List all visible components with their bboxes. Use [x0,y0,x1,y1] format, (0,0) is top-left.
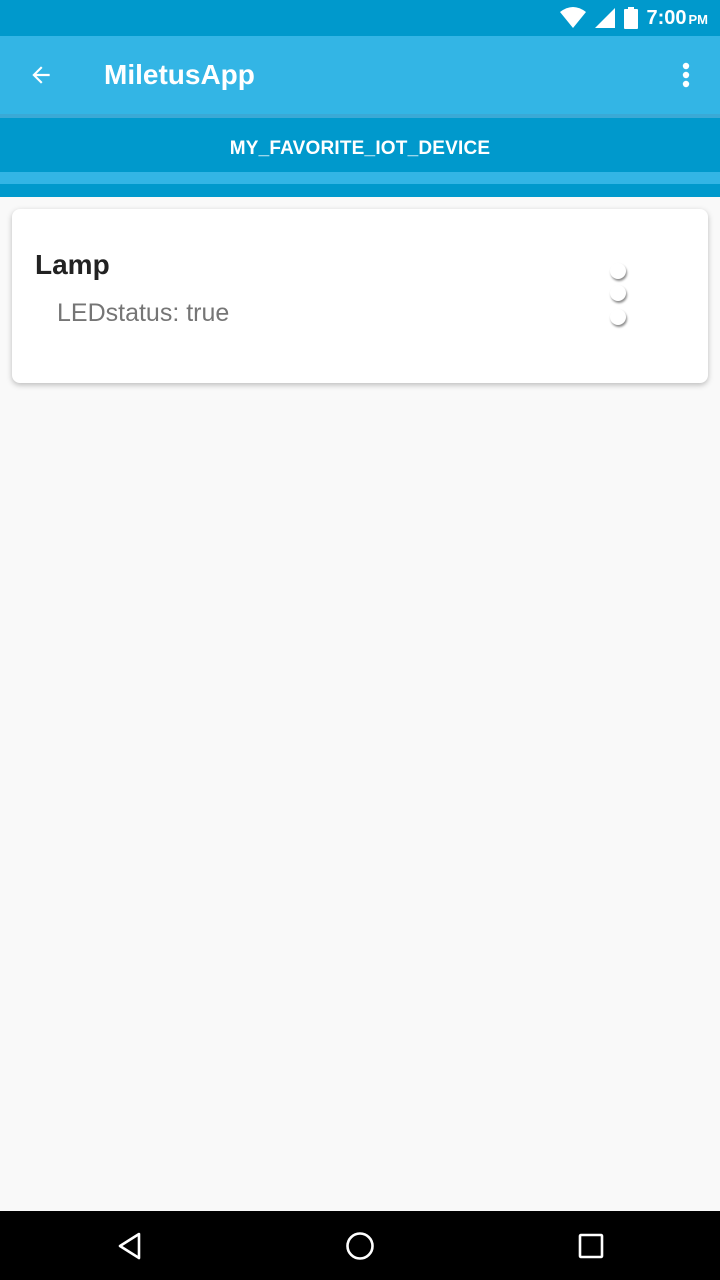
spinner-dot [610,263,626,279]
status-icons: 7:00 PM [560,0,708,36]
spinner-dot [610,309,626,325]
device-property: LEDstatus: true [57,299,230,327]
nav-home-button[interactable] [339,1225,381,1267]
status-time: 7:00 PM [646,6,709,29]
cellular-signal-icon [595,8,616,28]
back-triangle-icon [118,1232,141,1260]
tab-strip-divider [0,114,720,118]
back-button[interactable] [18,52,64,98]
app-title: MiletusApp [104,59,255,90]
battery-icon [624,7,639,29]
navigation-bar [0,1211,720,1280]
home-circle-icon [346,1232,374,1260]
nav-back-button[interactable] [109,1225,151,1267]
nav-recents-button[interactable] [570,1225,612,1267]
status-bar: 7:00 PM [0,0,720,36]
more-vert-icon [682,62,690,88]
device-card-lamp[interactable]: Lamp LEDstatus: true [12,209,708,383]
tab-my-favorite-iot-device[interactable]: MY_FAVORITE_IOT_DEVICE [0,138,720,160]
tab-indicator [0,172,720,184]
wifi-icon [560,7,587,28]
status-ampm: PM [688,11,709,27]
overflow-menu-button[interactable] [666,52,706,98]
device-name: Lamp [35,249,110,280]
arrow-back-icon [32,66,50,84]
app-bar: MiletusApp [0,36,720,114]
spinner-dot [610,285,626,301]
tab-strip: MY_FAVORITE_IOT_DEVICE [0,114,720,197]
loading-spinner-icon [610,263,630,329]
recents-square-icon [578,1233,604,1259]
